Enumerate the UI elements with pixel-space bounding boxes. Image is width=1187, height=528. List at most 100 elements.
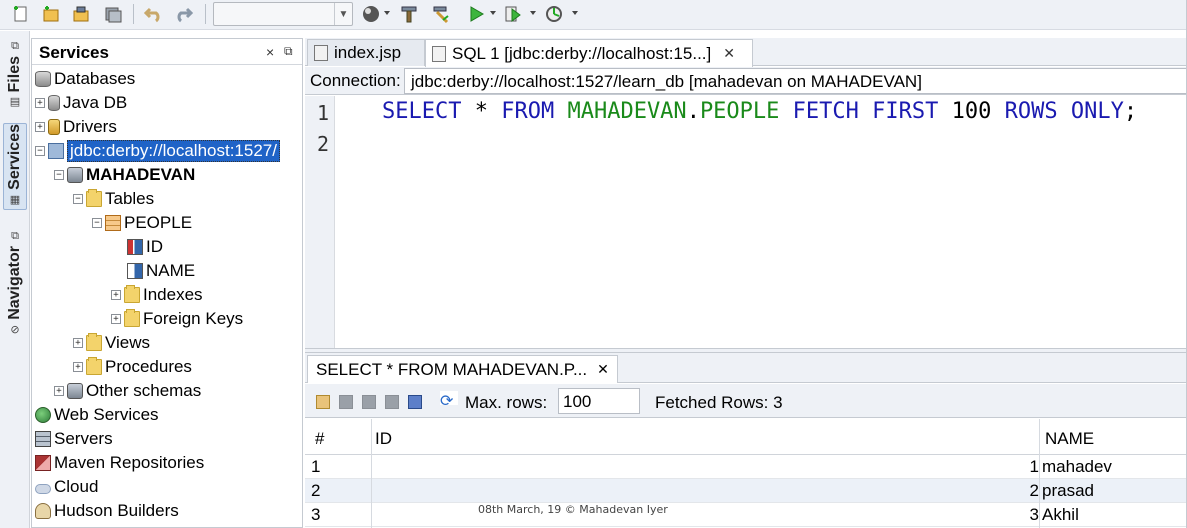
expand-icon[interactable]: + xyxy=(111,314,121,324)
line-number: 1 xyxy=(316,101,329,125)
debug-icon[interactable] xyxy=(502,3,524,25)
save-all-icon[interactable] xyxy=(102,3,124,25)
tab-query-result[interactable]: SELECT * FROM MAHADEVAN.P... ✕ xyxy=(307,355,618,383)
editor-tab-bar: index.jsp SQL 1 [jdbc:derby://localhost:… xyxy=(305,38,1187,67)
sql-editor[interactable]: 1 2 SELECT * FROM MAHADEVAN.PEOPLE FETCH… xyxy=(305,96,1187,348)
row-number-cell: 3 xyxy=(311,505,321,524)
tree-node-procedures[interactable]: + Procedures xyxy=(73,356,192,378)
tree-node-cloud[interactable]: Cloud xyxy=(35,476,98,498)
web-services-icon xyxy=(35,407,51,423)
restore-icon[interactable]: ⧉ xyxy=(11,230,19,243)
new-project-icon[interactable] xyxy=(40,3,62,25)
connection-select[interactable]: jdbc:derby://localhost:1527/learn_db [ma… xyxy=(404,68,1187,94)
tree-node-column-name[interactable]: NAME xyxy=(127,260,195,282)
tree-node-foreign-keys[interactable]: + Foreign Keys xyxy=(111,308,243,330)
insert-record-icon[interactable] xyxy=(316,395,330,409)
services-icon: ▦ xyxy=(9,193,21,206)
delete-record-icon[interactable] xyxy=(339,395,353,409)
column-header-id[interactable]: ID xyxy=(375,429,392,449)
close-icon[interactable]: ✕ xyxy=(723,45,735,62)
column-header-num[interactable]: # xyxy=(315,429,324,449)
tree-node-hudson-builders[interactable]: Hudson Builders xyxy=(35,500,179,522)
globe-icon[interactable] xyxy=(360,3,382,25)
expand-icon[interactable]: + xyxy=(35,98,45,108)
tab-services[interactable]: Services ▦ xyxy=(3,123,27,210)
tree-node-maven-repositories[interactable]: Maven Repositories xyxy=(35,452,204,474)
table-row[interactable]: 3 3 Akhil xyxy=(305,503,1187,527)
tab-sql-1[interactable]: SQL 1 [jdbc:derby://localhost:15...] ✕ xyxy=(425,39,753,67)
max-rows-input[interactable]: 100 xyxy=(558,388,640,414)
refresh-icon[interactable]: ⟳ xyxy=(440,391,458,410)
cancel-edits-icon[interactable] xyxy=(385,395,399,409)
id-cell[interactable]: 3 xyxy=(1030,505,1039,525)
profile-icon[interactable] xyxy=(543,3,565,25)
expand-icon[interactable]: + xyxy=(111,290,121,300)
tree-node-drivers[interactable]: + Drivers xyxy=(35,116,117,138)
tree-node-views[interactable]: + Views xyxy=(73,332,150,354)
folder-icon xyxy=(86,333,102,351)
max-rows-label: Max. rows: xyxy=(465,393,548,412)
name-cell[interactable]: mahadev xyxy=(1042,457,1112,477)
panel-title: Services xyxy=(39,43,109,62)
id-cell[interactable]: 2 xyxy=(1030,481,1039,501)
tree-node-people[interactable]: − PEOPLE xyxy=(92,212,192,234)
undo-icon[interactable] xyxy=(143,3,165,25)
close-icon[interactable]: × xyxy=(266,44,274,60)
hudson-icon xyxy=(35,503,51,519)
collapse-icon[interactable]: − xyxy=(35,146,45,156)
column-divider xyxy=(371,419,372,528)
new-file-icon[interactable] xyxy=(10,3,32,25)
column-header-name[interactable]: NAME xyxy=(1045,429,1094,449)
row-number-cell: 2 xyxy=(311,481,321,500)
tree-node-servers[interactable]: Servers xyxy=(35,428,113,450)
collapse-icon[interactable]: − xyxy=(92,218,102,228)
tree-node-connection[interactable]: − jdbc:derby://localhost:1527/ xyxy=(35,140,280,162)
tree-node-databases[interactable]: Databases xyxy=(35,68,135,90)
table-row[interactable]: 1 1 mahadev xyxy=(305,455,1187,479)
tab-files[interactable]: ⧉ Files ▤ xyxy=(3,37,27,111)
tree-node-java-db[interactable]: + Java DB xyxy=(35,92,127,114)
server-icon xyxy=(35,431,51,447)
folder-icon xyxy=(86,189,102,207)
close-icon[interactable]: ✕ xyxy=(597,361,609,378)
expand-icon[interactable]: + xyxy=(35,122,45,132)
expand-icon[interactable]: + xyxy=(73,362,83,372)
chevron-down-icon[interactable]: ▼ xyxy=(334,3,352,25)
tab-index-jsp[interactable]: index.jsp xyxy=(307,39,425,66)
navigator-icon: ⊘ xyxy=(10,323,20,336)
connection-icon xyxy=(48,143,64,159)
collapse-icon[interactable]: − xyxy=(73,194,83,204)
watermark-text: 08th March, 19 © Mahadevan Iyer xyxy=(478,503,668,516)
name-cell[interactable]: Akhil xyxy=(1042,505,1079,525)
build-hammer-icon[interactable] xyxy=(398,3,420,25)
tab-navigator[interactable]: ⧉ Navigator ⊘ xyxy=(3,227,27,339)
fetched-rows-label: Fetched Rows: 3 xyxy=(655,393,783,412)
redo-icon[interactable] xyxy=(172,3,194,25)
tree-node-tables[interactable]: − Tables xyxy=(73,188,154,210)
id-cell[interactable]: 1 xyxy=(1030,457,1039,477)
tree-node-schema[interactable]: − MAHADEVAN xyxy=(54,164,195,186)
sql-file-icon xyxy=(432,45,446,62)
tree-node-column-id[interactable]: ID xyxy=(127,236,163,258)
run-icon[interactable] xyxy=(465,3,487,25)
name-cell[interactable]: prasad xyxy=(1042,481,1094,501)
main-toolbar: ▼ xyxy=(0,0,1187,30)
expand-icon[interactable]: + xyxy=(73,338,83,348)
restore-icon[interactable]: ⧉ xyxy=(11,40,19,53)
expand-icon[interactable]: + xyxy=(54,386,64,396)
sql-code-line[interactable]: SELECT * FROM MAHADEVAN.PEOPLE FETCH FIR… xyxy=(382,99,1137,124)
restore-window-icon[interactable]: ⧉ xyxy=(284,44,293,59)
tree-node-other-schemas[interactable]: + Other schemas xyxy=(54,380,201,402)
connection-bar: Connection: jdbc:derby://localhost:1527/… xyxy=(305,67,1187,95)
commit-record-icon[interactable] xyxy=(362,395,376,409)
tree-node-web-services[interactable]: Web Services xyxy=(35,404,159,426)
open-project-icon[interactable] xyxy=(70,3,92,25)
configuration-select[interactable]: ▼ xyxy=(213,2,353,26)
table-row[interactable]: 2 2 prasad xyxy=(305,479,1187,503)
column-icon xyxy=(127,263,143,279)
column-divider xyxy=(1039,419,1040,528)
tree-node-indexes[interactable]: + Indexes xyxy=(111,284,203,306)
truncate-table-icon[interactable] xyxy=(408,395,422,409)
collapse-icon[interactable]: − xyxy=(54,170,64,180)
clean-build-icon[interactable] xyxy=(430,3,452,25)
